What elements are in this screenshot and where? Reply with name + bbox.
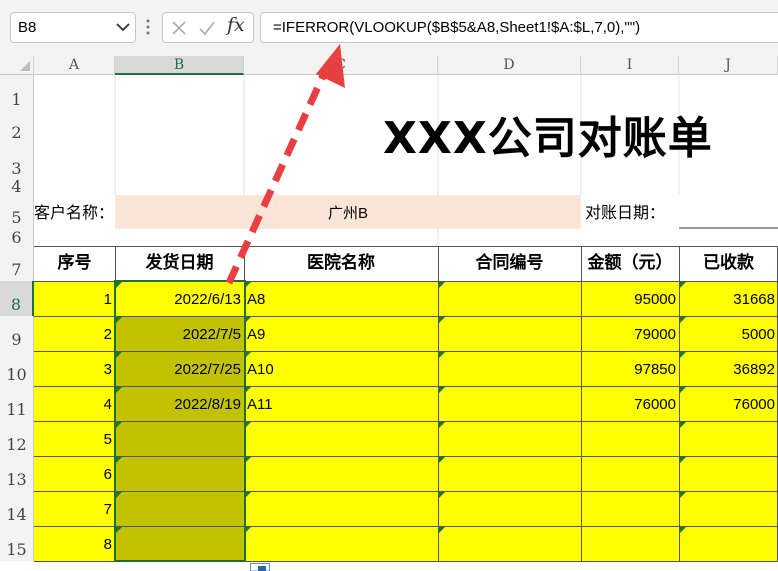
seq-cell[interactable]: 7 <box>34 491 115 526</box>
seq-cell[interactable]: 5 <box>34 421 115 456</box>
received-cell[interactable]: 5000 <box>679 316 778 351</box>
contract-cell[interactable] <box>438 386 581 421</box>
selection-range <box>114 280 246 562</box>
contract-cell[interactable] <box>438 281 581 316</box>
contract-cell[interactable] <box>438 316 581 351</box>
error-indicator <box>680 282 686 288</box>
chevron-down-icon[interactable] <box>114 18 132 36</box>
row-header-11[interactable]: 11 <box>0 386 34 421</box>
seq-cell[interactable]: 4 <box>34 386 115 421</box>
more-options-icon[interactable] <box>146 18 150 36</box>
row-header-5[interactable]: 5 <box>0 195 34 229</box>
seq-cell[interactable]: 6 <box>34 456 115 491</box>
row-header-8[interactable]: 8 <box>0 281 34 316</box>
amount-cell[interactable]: 97850 <box>581 351 679 386</box>
row-header-10[interactable]: 10 <box>0 351 34 386</box>
fx-icon[interactable]: fx <box>227 14 245 36</box>
error-indicator <box>439 317 445 323</box>
row-header-14[interactable]: 14 <box>0 491 34 526</box>
error-indicator <box>439 352 445 358</box>
column-header-j[interactable]: J <box>679 56 778 75</box>
column-header-b[interactable]: B <box>115 56 244 75</box>
amount-cell[interactable]: 79000 <box>581 316 679 351</box>
contract-cell[interactable] <box>438 351 581 386</box>
column-header-c[interactable]: C <box>244 56 438 75</box>
amount-cell[interactable]: 95000 <box>581 281 679 316</box>
seq-cell[interactable]: 1 <box>34 281 115 316</box>
error-indicator <box>680 492 686 498</box>
error-indicator <box>439 422 445 428</box>
hospital-cell[interactable]: A11 <box>247 386 437 421</box>
date-label: 对账日期： <box>585 205 666 222</box>
sheet-title: XXX公司对账单 <box>383 113 713 164</box>
error-indicator <box>680 387 686 393</box>
error-indicator <box>680 317 686 323</box>
formula-text: =IFERROR(VLOOKUP($B$5&A8,Sheet1!$A:$L,7,… <box>273 19 641 36</box>
check-icon[interactable] <box>197 18 217 38</box>
error-indicator <box>439 457 445 463</box>
row-header-15[interactable]: 15 <box>0 526 34 561</box>
close-icon[interactable] <box>169 18 189 38</box>
received-cell[interactable]: 36892 <box>679 351 778 386</box>
hospital-cell[interactable]: A10 <box>247 351 437 386</box>
row-header-6[interactable]: 6 <box>0 229 34 246</box>
seq-cell[interactable]: 8 <box>34 526 115 561</box>
customer-value-cell[interactable]: 广州B <box>115 195 581 229</box>
row-header-1[interactable]: 1 <box>0 75 34 118</box>
name-box-value: B8 <box>18 19 37 36</box>
formula-input[interactable]: =IFERROR(VLOOKUP($B$5&A8,Sheet1!$A:$L,7,… <box>260 12 778 43</box>
customer-label: 客户名称： <box>34 205 115 222</box>
name-box[interactable]: B8 <box>10 12 136 43</box>
row-header-13[interactable]: 13 <box>0 456 34 491</box>
row-header-12[interactable]: 12 <box>0 421 34 456</box>
row-header-4[interactable]: 4 <box>0 179 34 195</box>
error-indicator <box>680 457 686 463</box>
error-indicator <box>439 387 445 393</box>
row-header-3[interactable]: 3 <box>0 147 34 179</box>
error-indicator <box>439 282 445 288</box>
row-header-9[interactable]: 9 <box>0 316 34 351</box>
row-header-7[interactable]: 7 <box>0 246 34 281</box>
column-header-a[interactable]: A <box>34 56 115 75</box>
error-indicator <box>680 527 686 533</box>
error-indicator <box>439 527 445 533</box>
hospital-cell[interactable]: A9 <box>247 316 437 351</box>
received-cell[interactable]: 31668 <box>679 281 778 316</box>
quick-analysis-icon[interactable] <box>250 563 270 571</box>
error-indicator <box>680 352 686 358</box>
formula-bar: B8 fx =IFERROR(VLOOKUP($B$5&A8,Sheet1!$A… <box>0 0 778 56</box>
amount-cell[interactable]: 76000 <box>581 386 679 421</box>
select-all-button[interactable] <box>0 56 34 75</box>
hospital-cell[interactable]: A8 <box>247 281 437 316</box>
column-header-d[interactable]: D <box>438 56 581 75</box>
formula-actions: fx <box>162 12 254 43</box>
seq-cell[interactable]: 3 <box>34 351 115 386</box>
row-header-2[interactable]: 2 <box>0 118 34 147</box>
column-header-i[interactable]: I <box>581 56 679 75</box>
seq-cell[interactable]: 2 <box>34 316 115 351</box>
error-indicator <box>439 492 445 498</box>
received-cell[interactable]: 76000 <box>679 386 778 421</box>
error-indicator <box>680 422 686 428</box>
